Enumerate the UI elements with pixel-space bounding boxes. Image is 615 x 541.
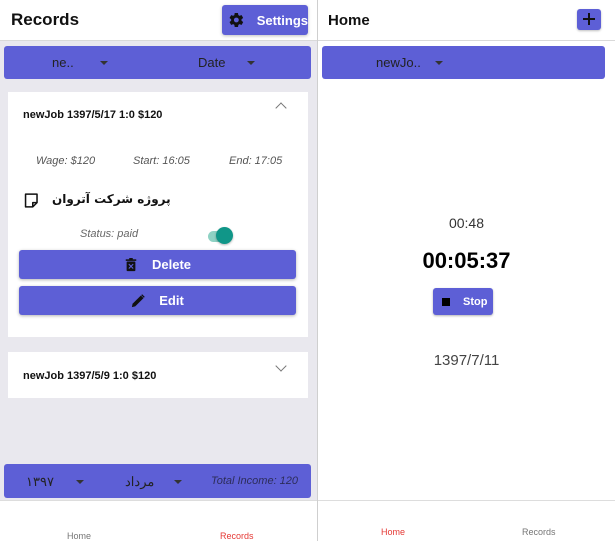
nav-home[interactable]: Home bbox=[67, 531, 91, 541]
year-value: ۱۳۹۷ bbox=[26, 473, 54, 489]
caret-down-icon bbox=[434, 60, 443, 65]
caret-down-icon bbox=[99, 60, 108, 65]
bottom-nav: Home Records bbox=[318, 500, 615, 541]
settings-button[interactable]: Settings bbox=[222, 5, 308, 35]
timer-clock: 00:05:37 bbox=[422, 248, 511, 273]
total-income: Total Income: 120 bbox=[211, 475, 299, 487]
sort-dropdown[interactable]: Date bbox=[198, 46, 256, 79]
stop-label: Stop bbox=[463, 295, 488, 308]
caret-down-icon bbox=[247, 60, 256, 65]
plus-icon[interactable] bbox=[577, 9, 601, 30]
nav-records[interactable]: Records bbox=[522, 527, 556, 537]
nav-home[interactable]: Home bbox=[381, 527, 405, 537]
job-dropdown[interactable]: newJo.. bbox=[376, 46, 443, 79]
job-dropdown[interactable]: ne.. bbox=[52, 46, 108, 79]
stop-button[interactable]: Stop bbox=[433, 288, 493, 315]
stop-icon bbox=[442, 297, 450, 306]
record-status: Status: paid bbox=[80, 228, 139, 240]
home-screen: Home newJo.. 00:48 00:05:37 Stop 1397/7/… bbox=[318, 0, 615, 541]
edit-button[interactable]: Edit bbox=[19, 286, 296, 315]
settings-label: Settings bbox=[256, 12, 308, 28]
delete-label: Delete bbox=[151, 257, 192, 272]
records-footer-bar: ۱۳۹۷ مرداد Total Income: 120 bbox=[4, 464, 311, 498]
chevron-up-icon[interactable] bbox=[275, 102, 287, 114]
caret-down-icon bbox=[75, 479, 84, 484]
records-header: Records Settings bbox=[0, 0, 317, 41]
toggle-thumb bbox=[216, 227, 233, 244]
trash-icon bbox=[125, 257, 137, 271]
page-title: Home bbox=[328, 12, 370, 29]
record-title: newJob 1397/5/17 1:0 $120 bbox=[23, 109, 163, 121]
app-screens: Records Settings ne.. Date newJob 1397/5… bbox=[0, 0, 615, 541]
current-date: 1397/7/11 bbox=[433, 352, 500, 369]
records-filter-bar: ne.. Date bbox=[4, 46, 311, 79]
record-wage: Wage: $120 bbox=[36, 155, 96, 167]
record-card-expanded: newJob 1397/5/17 1:0 $120 Wage: $120 Sta… bbox=[8, 92, 308, 337]
bottom-nav: Home Records bbox=[0, 500, 317, 541]
job-dropdown-value: newJo.. bbox=[376, 55, 421, 70]
page-title: Records bbox=[11, 10, 80, 29]
record-start: Start: 16:05 bbox=[133, 155, 190, 167]
records-screen: Records Settings ne.. Date newJob 1397/5… bbox=[0, 0, 317, 541]
job-dropdown-value: ne.. bbox=[52, 55, 74, 70]
nav-records[interactable]: Records bbox=[220, 531, 254, 541]
month-dropdown[interactable]: مرداد bbox=[125, 465, 183, 498]
delete-button[interactable]: Delete bbox=[19, 250, 296, 279]
home-filter-bar: newJo.. bbox=[322, 46, 605, 79]
elapsed-time: 00:48 bbox=[448, 215, 485, 231]
month-value: مرداد bbox=[125, 473, 155, 489]
chevron-down-icon[interactable] bbox=[275, 360, 287, 372]
sort-dropdown-value: Date bbox=[198, 55, 226, 70]
pencil-icon bbox=[132, 293, 145, 307]
year-dropdown[interactable]: ۱۳۹۷ bbox=[26, 465, 84, 498]
record-description: پروژه شرکت آتروان bbox=[52, 192, 171, 206]
record-card-collapsed[interactable]: newJob 1397/5/9 1:0 $120 bbox=[8, 352, 308, 398]
caret-down-icon bbox=[174, 479, 183, 484]
record-title: newJob 1397/5/9 1:0 $120 bbox=[23, 370, 157, 382]
home-header: Home bbox=[318, 0, 615, 41]
record-end: End: 17:05 bbox=[229, 155, 283, 167]
note-icon bbox=[24, 193, 38, 208]
edit-label: Edit bbox=[159, 293, 184, 308]
gear-icon bbox=[229, 13, 244, 27]
